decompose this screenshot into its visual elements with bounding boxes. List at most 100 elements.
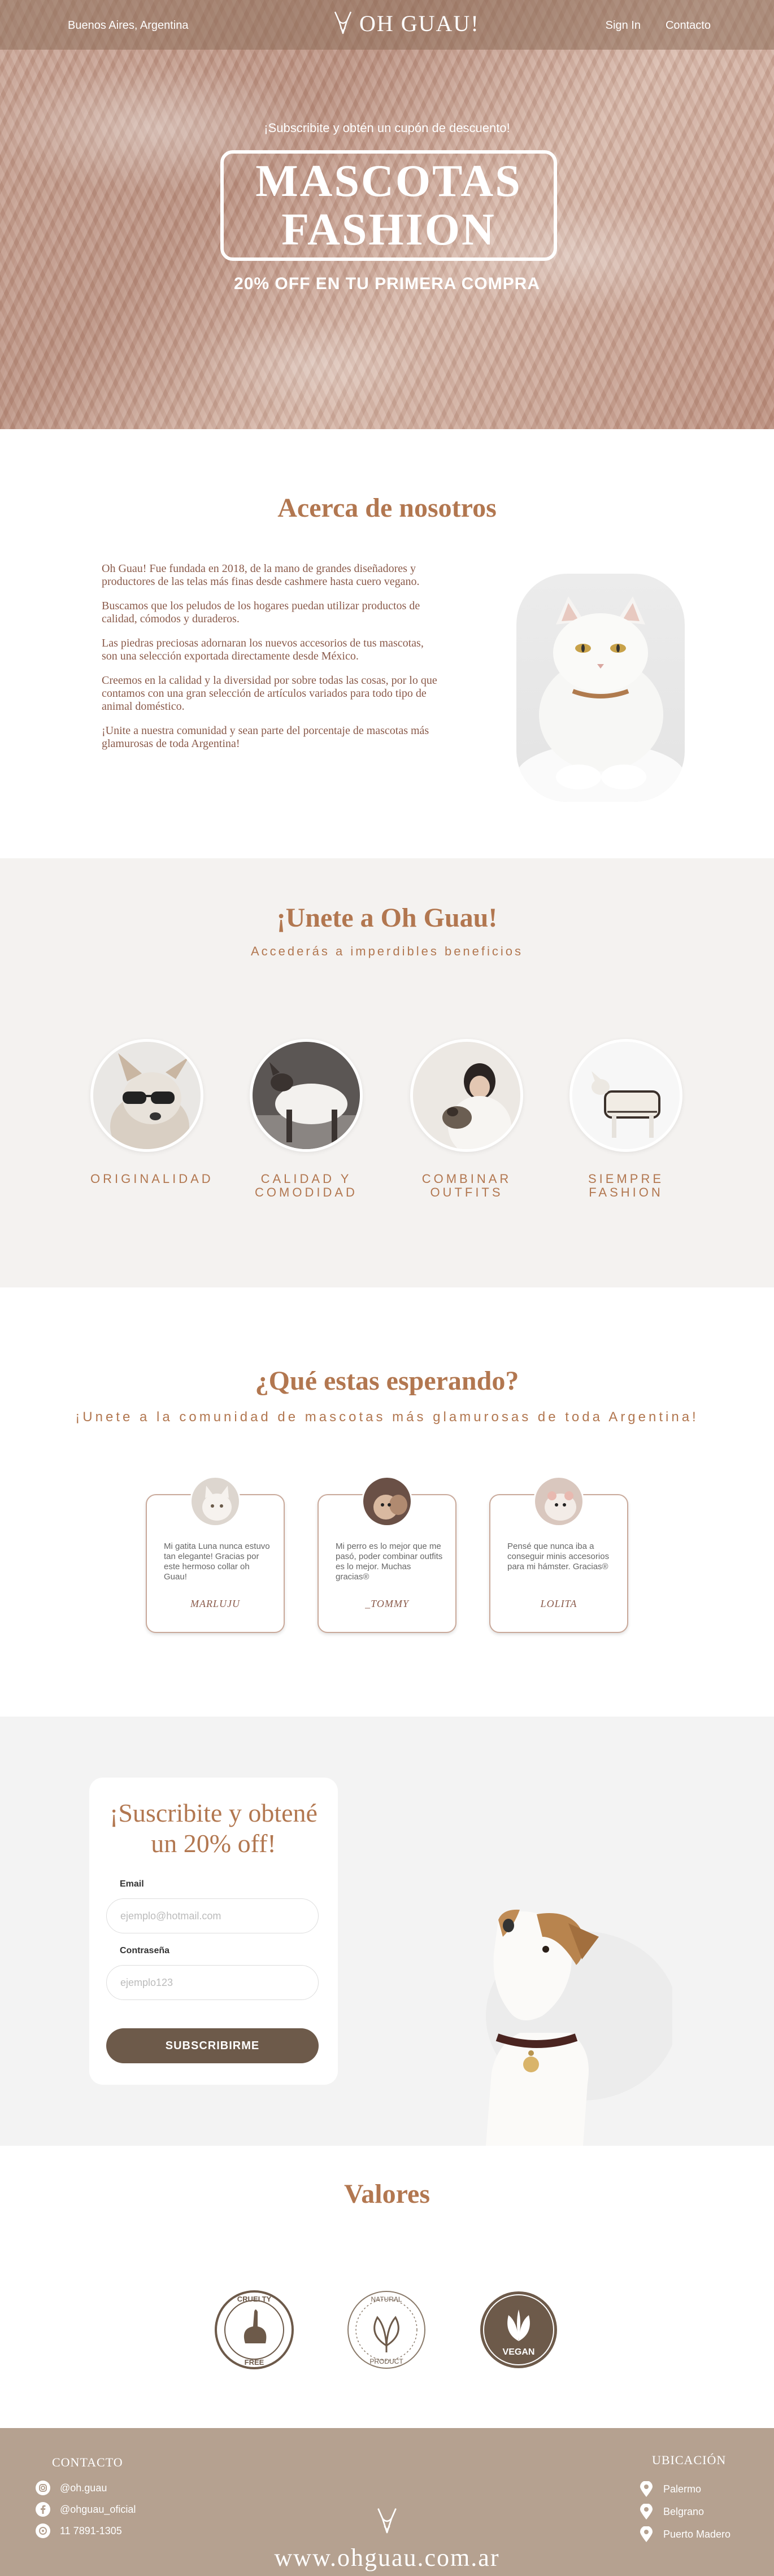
about-paragraph: Las piedras preciosas adornaran los nuev… [102, 637, 424, 662]
testimonials-section: ¿Qué estas esperando? ¡Unete a la comuni… [0, 1287, 774, 1717]
benefit-label-line1: COMBINAR [421, 1172, 512, 1186]
benefit-combinar: COMBINAR OUTFITS [410, 1039, 523, 1199]
contact-text: @oh.guau [60, 2482, 107, 2494]
location-text: Palermo [663, 2483, 702, 2495]
benefit-label: SIEMPRE FASHION [569, 1172, 682, 1199]
benefit-label-line1: ORIGINALIDAD [90, 1172, 214, 1186]
benefit-label-line1: CALIDAD Y [260, 1172, 352, 1186]
promo-text: ¡Subscribite y obtén un cupón de descuen… [264, 121, 510, 135]
subscribe-section: ¡Suscribite y obtené un 20% off! Email e… [0, 1717, 774, 2146]
testimonial-text: Mi gatita Luna nunca estuvo tan elegante… [164, 1542, 270, 1582]
benefit-label: ORIGINALIDAD [90, 1172, 214, 1186]
password-field[interactable]: ejemplo123 [106, 1965, 319, 2000]
benefit-label: COMBINAR OUTFITS [410, 1172, 523, 1199]
testimonial-card: Pensé que nunca iba a conseguir minis ac… [489, 1476, 628, 1633]
location-item: Puerto Madero [638, 2526, 730, 2542]
benefit-label-line2: COMODIDAD [255, 1185, 358, 1199]
top-navbar: Buenos Aires, Argentina OH GUAU! Sign In… [0, 0, 774, 50]
hero-title-line2: FASHION [281, 205, 496, 255]
cruelty-free-badge: CRUELTY FREE [214, 2289, 295, 2370]
subscribe-title-line2: un 20% off! [151, 1829, 276, 1858]
benefit-fashion: SIEMPRE FASHION [569, 1039, 682, 1199]
location-pin-icon [638, 2526, 654, 2542]
dog-coat-photo [569, 1039, 682, 1152]
about-paragraph: ¡Unite a nuestra comunidad y sean parte … [102, 724, 429, 750]
website-link[interactable]: www.ohguau.com.ar [0, 2543, 774, 2572]
leaf-icon: NATURAL PRODUCT [347, 2291, 425, 2369]
location-pin-icon [638, 2481, 654, 2497]
dog-sweater-photo [250, 1039, 363, 1152]
location-text: Belgrano [663, 2505, 705, 2517]
vegan-leaf-icon: VEGAN [480, 2291, 557, 2368]
badge-bottom-text: PRODUCT [369, 2357, 403, 2365]
benefit-label-line2: OUTFITS [430, 1185, 503, 1199]
benefit-label: CALIDAD Y COMODIDAD [250, 1172, 363, 1199]
badge-top-text: CRUELTY [237, 2295, 272, 2303]
testimonial-card: Mi perro es lo mejor que me pasó, poder … [318, 1476, 456, 1633]
contact-text: 11 7891-1305 [60, 2525, 122, 2536]
testimonial-author: _TOMMY [365, 1598, 409, 1609]
testimonial-author: LOLITA [540, 1598, 577, 1609]
dog-sunglasses-photo [90, 1039, 203, 1152]
join-title: ¡Unete a Oh Guau! [276, 903, 498, 933]
vegan-badge: VEGAN [478, 2289, 559, 2370]
badge-top-text: NATURAL [371, 2295, 402, 2303]
cat-avatar [190, 1476, 241, 1527]
benefit-label-line1: SIEMPRE [588, 1172, 664, 1186]
dog-avatar [362, 1476, 412, 1527]
about-section: Acerca de nosotros Oh Guau! Fue fundada … [0, 429, 774, 858]
instagram-icon [35, 2480, 51, 2496]
testimonial-author: MARLUJU [190, 1598, 240, 1609]
testimonials-subtitle: ¡Unete a la comunidad de mascotas más gl… [75, 1409, 699, 1425]
brand-logo[interactable]: OH GUAU! [333, 10, 480, 37]
email-label: Email [120, 1879, 144, 1889]
location-text: Puerto Madero [663, 2528, 731, 2540]
hero-title-line1: MASCOTAS [255, 156, 522, 206]
hero-offer: 20% OFF EN TU PRIMERA COMPRA [234, 274, 540, 293]
about-paragraph: Creemos en la calidad y la diversidad po… [102, 674, 437, 713]
values-title: Valores [343, 2179, 430, 2209]
about-paragraph: Oh Guau! Fue fundada en 2018, de la mano… [102, 562, 420, 588]
contact-link[interactable]: Contacto [666, 19, 711, 32]
dog-logo-icon [334, 11, 352, 34]
hamster-avatar [533, 1476, 584, 1527]
join-section: ¡Unete a Oh Guau! Accederás a imperdible… [0, 858, 774, 1287]
white-cat-photo [516, 574, 685, 802]
join-subtitle: Accederás a imperdibles beneficios [250, 944, 524, 958]
benefit-calidad: CALIDAD Y COMODIDAD [250, 1039, 363, 1199]
subscribe-title-line1: ¡Suscribite y obtené [110, 1798, 318, 1827]
about-paragraph: Buscamos que los peludos de los hogares … [102, 600, 420, 625]
dog-logo-icon [376, 2507, 398, 2539]
location-text: Buenos Aires, Argentina [68, 19, 189, 32]
brand-name: OH GUAU! [359, 11, 480, 36]
location-pin-icon [638, 2504, 654, 2520]
testimonial-text: Pensé que nunca iba a conseguir minis ac… [507, 1542, 610, 1571]
badge-bottom-text: FREE [245, 2358, 264, 2367]
testimonial-card: Mi gatita Luna nunca estuvo tan elegante… [146, 1476, 285, 1633]
phone-contact[interactable]: 11 7891-1305 [35, 2523, 122, 2539]
instagram-contact[interactable]: @oh.guau [35, 2480, 107, 2496]
testimonial-text: Mi perro es lo mejor que me pasó, poder … [336, 1542, 443, 1582]
badge-bottom-text: VEGAN [503, 2347, 535, 2357]
rabbit-icon: CRUELTY FREE [215, 2290, 294, 2369]
email-field[interactable]: ejemplo@hotmail.com [106, 1898, 319, 1933]
footer: CONTACTO @oh.guau @ohguau_oficial 11 789… [0, 2428, 774, 2576]
jack-russell-dog-photo [435, 1903, 678, 2146]
hero-title-frame: MASCOTAS FASHION [220, 150, 557, 261]
contact-title: CONTACTO [52, 2455, 123, 2469]
facebook-icon [35, 2501, 51, 2517]
about-text: Oh Guau! Fue fundada en 2018, de la mano… [102, 562, 441, 762]
subscribe-title: ¡Suscribite y obtené un 20% off! [89, 1798, 338, 1859]
contact-text: @ohguau_oficial [60, 2503, 136, 2515]
values-section: Valores CRUELTY FREE NATURAL PRODUCT VEG… [0, 2146, 774, 2428]
password-label: Contraseña [120, 1946, 170, 1955]
location-item: Palermo [638, 2481, 701, 2497]
whatsapp-icon [35, 2523, 51, 2539]
facebook-contact[interactable]: @ohguau_oficial [35, 2501, 136, 2517]
subscribe-button[interactable]: SUBSCRIBIRME [106, 2028, 319, 2063]
benefit-originalidad: ORIGINALIDAD [90, 1039, 214, 1186]
subscribe-form: ¡Suscribite y obtené un 20% off! Email e… [89, 1778, 338, 2085]
sign-in-link[interactable]: Sign In [606, 19, 641, 32]
hero-banner: Buenos Aires, Argentina OH GUAU! Sign In… [0, 0, 774, 429]
testimonials-title: ¿Qué estas esperando? [255, 1366, 519, 1396]
